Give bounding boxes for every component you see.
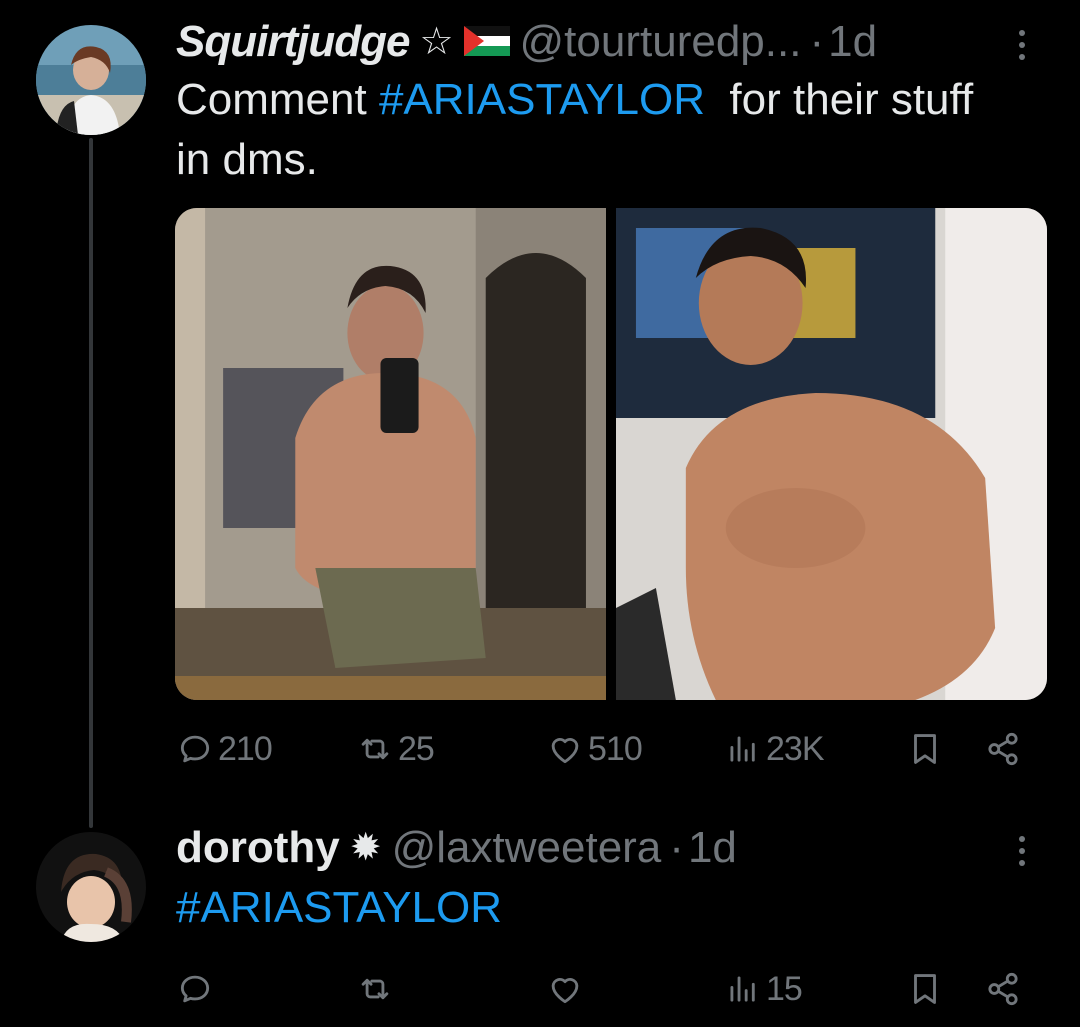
timestamp[interactable]: 1d <box>828 20 877 64</box>
more-icon[interactable] <box>1016 836 1028 866</box>
retweet-button[interactable] <box>356 964 394 1014</box>
display-name[interactable]: Squirtjudge <box>176 20 410 64</box>
tweet-header: Squirtjudge ☆ @tourturedp... · 1d <box>176 20 877 64</box>
tweet-text-part: Comment <box>176 75 379 124</box>
bookmark-icon <box>914 734 936 764</box>
tweet-text: Comment #ARIASTAYLOR for their stuff in … <box>176 70 996 190</box>
bookmark-icon <box>914 974 936 1004</box>
media-grid <box>175 208 1047 700</box>
bookmark-button[interactable] <box>906 964 944 1014</box>
tweet-actions: 15 <box>176 964 1036 1014</box>
media-image-1[interactable] <box>175 208 606 700</box>
separator-dot: · <box>809 17 825 66</box>
retweet-button[interactable]: 25 <box>356 724 435 774</box>
retweet-icon <box>361 738 389 760</box>
flag-palestine-icon <box>463 20 510 64</box>
retweet-count: 25 <box>398 729 435 768</box>
handle[interactable]: @tourturedp... <box>520 20 802 64</box>
reply-count: 210 <box>218 729 273 768</box>
views-count: 15 <box>766 969 803 1008</box>
timestamp[interactable]: 1d <box>688 826 737 870</box>
reply-icon <box>180 975 210 1003</box>
views-button[interactable]: 15 <box>724 964 803 1014</box>
more-icon[interactable] <box>1016 30 1028 60</box>
hashtag-link[interactable]: #ARIASTAYLOR <box>176 883 502 932</box>
reply-button[interactable] <box>176 964 214 1014</box>
like-button[interactable] <box>546 964 584 1014</box>
separator-dot: · <box>669 823 684 872</box>
handle[interactable]: @laxtweetera <box>392 826 662 870</box>
avatar[interactable] <box>36 832 146 942</box>
like-count: 510 <box>588 729 643 768</box>
thread-connector-line <box>89 138 93 828</box>
reply-icon <box>180 735 210 763</box>
share-icon <box>988 972 1018 1006</box>
like-button[interactable]: 510 <box>546 724 643 774</box>
views-button[interactable]: 23K <box>724 724 824 774</box>
avatar[interactable] <box>36 25 146 135</box>
star-badge-icon: ☆ <box>419 21 454 63</box>
sparkle-badge-icon: ✹ <box>349 827 382 869</box>
share-button[interactable] <box>984 964 1022 1014</box>
retweet-icon <box>361 978 389 1000</box>
tweet-header: dorothy ✹ @laxtweetera · 1d <box>176 826 737 870</box>
views-icon <box>730 976 755 1002</box>
display-name[interactable]: dorothy <box>176 826 340 870</box>
heart-icon <box>551 978 579 1004</box>
views-icon <box>730 736 755 762</box>
media-image-2[interactable] <box>616 208 1047 700</box>
share-button[interactable] <box>984 724 1022 774</box>
tweet-actions: 210 25 510 23K <box>176 724 1036 774</box>
views-count: 23K <box>766 729 824 768</box>
share-icon <box>988 732 1018 766</box>
heart-icon <box>551 738 579 764</box>
hashtag-link[interactable]: #ARIASTAYLOR <box>379 75 705 124</box>
tweet-text: #ARIASTAYLOR <box>176 878 502 938</box>
bookmark-button[interactable] <box>906 724 944 774</box>
reply-button[interactable]: 210 <box>176 724 273 774</box>
